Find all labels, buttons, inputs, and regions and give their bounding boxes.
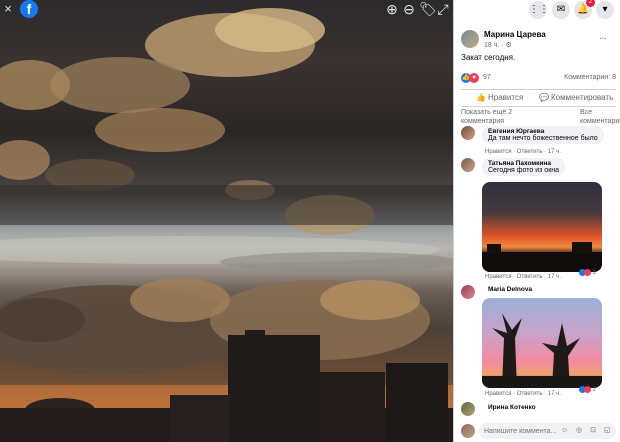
reactions-summary[interactable]: 👍 ♥ 97 Комментарии: 8	[461, 73, 616, 85]
expand-icon[interactable]: ⤢	[436, 0, 450, 18]
comment-label: Комментировать	[550, 93, 614, 102]
facebook-logo[interactable]: f	[20, 0, 38, 18]
comment-actions[interactable]: Нравится · Ответить · 17 ч.	[485, 149, 561, 155]
comment-bubble: Maria Delnova	[482, 285, 538, 295]
post-timestamp[interactable]: 18 ч. · ⚙	[484, 41, 512, 49]
post-author[interactable]: Марина Царева	[484, 30, 546, 39]
comment-reactions[interactable]: 2	[579, 386, 596, 393]
zoom-out-icon[interactable]: ⊖	[402, 0, 416, 18]
reactions-count[interactable]: 97	[483, 74, 491, 81]
messenger-icon[interactable]: ✉	[552, 1, 570, 19]
more-options-icon[interactable]: ···	[599, 33, 607, 44]
comment-item: Евгения Юргаева Да там нечто божественно…	[461, 126, 616, 158]
post-panel: ⋮⋮ ✉ 🔔 2 ▾ Марина Царева 18 ч. · ⚙ ··· З…	[453, 0, 620, 442]
comment-bubble: Ирина Котенко	[482, 402, 542, 413]
comment-reactions[interactable]: 1	[579, 269, 596, 276]
comment-text: Сегодня фото из окна	[488, 167, 560, 174]
photo-viewer: × f ⊕ ⊖ 🏷 ⤢	[0, 0, 453, 442]
love-reaction-icon	[584, 386, 591, 393]
comment-composer: ☺ ◎ ⊡ ◱	[454, 421, 620, 442]
post-actions: 👍 Нравится 💬 Комментировать	[461, 89, 616, 107]
commenter-name[interactable]: Татьяна Пахомкина	[488, 160, 559, 167]
author-avatar[interactable]	[461, 30, 479, 48]
sunset-trees-photo	[482, 298, 602, 388]
comment-icon: 💬	[539, 93, 549, 102]
comment-bubble: Евгения Юргаева Да там нечто божественно…	[482, 126, 604, 144]
like-label: Нравится	[487, 93, 524, 102]
comment-bubble: Татьяна Пахомкина Сегодня фото из окна	[482, 158, 566, 176]
commenter-avatar[interactable]	[461, 402, 475, 416]
love-reaction-icon	[584, 269, 591, 276]
comment-reaction-count: 1	[592, 270, 597, 277]
commenter-name[interactable]: Maria Delnova	[488, 286, 532, 293]
top-nav: ⋮⋮ ✉ 🔔 2 ▾	[454, 0, 620, 22]
comment-actions[interactable]: Нравится · Ответить · 17 ч.	[485, 391, 561, 397]
thumbs-up-icon: 👍	[476, 93, 486, 102]
commenter-avatar[interactable]	[461, 285, 475, 299]
close-icon[interactable]: ×	[0, 0, 16, 18]
comment-photo[interactable]	[482, 182, 602, 272]
comment-item: Ирина Котенко	[461, 402, 616, 420]
comment-button[interactable]: 💬 Комментировать	[539, 93, 613, 102]
menu-grid-icon[interactable]: ⋮⋮	[529, 1, 549, 19]
comment-actions[interactable]: Нравится · Ответить · 17 ч.	[485, 274, 561, 280]
post-caption: Закат сегодня.	[461, 53, 516, 62]
sunset-photo	[0, 8, 453, 442]
commenter-avatar[interactable]	[461, 126, 475, 140]
like-button[interactable]: 👍 Нравится	[476, 93, 523, 102]
love-reaction-icon: ♥	[469, 73, 479, 83]
comments-filter-label: Все комментарии	[580, 109, 620, 125]
commenter-avatar[interactable]	[461, 158, 475, 172]
comment-item: Татьяна Пахомкина Сегодня фото из окна Н…	[461, 158, 616, 282]
comment-item: Maria Delnova Нравится · Ответить · 17 ч…	[461, 285, 616, 400]
account-menu-icon[interactable]: ▾	[596, 1, 614, 19]
comment-text: Да там нечто божественное было	[488, 135, 598, 142]
notification-badge: 2	[586, 0, 595, 7]
commenter-name[interactable]: Ирина Котенко	[488, 404, 536, 411]
my-avatar[interactable]	[461, 424, 475, 438]
commenter-name[interactable]: Евгения Юргаева	[488, 128, 598, 135]
comment-photo[interactable]	[482, 298, 602, 388]
composer-tools[interactable]: ☺ ◎ ⊡ ◱	[561, 426, 614, 434]
zoom-in-icon[interactable]: ⊕	[385, 0, 399, 18]
comments-count[interactable]: Комментарии: 8	[564, 74, 616, 81]
show-more-comments-link[interactable]: Показать ещё 2 комментария	[461, 108, 541, 126]
comment-reaction-count: 2	[592, 387, 597, 394]
sunset-window-photo	[482, 182, 602, 272]
tag-icon[interactable]: 🏷	[419, 0, 437, 18]
